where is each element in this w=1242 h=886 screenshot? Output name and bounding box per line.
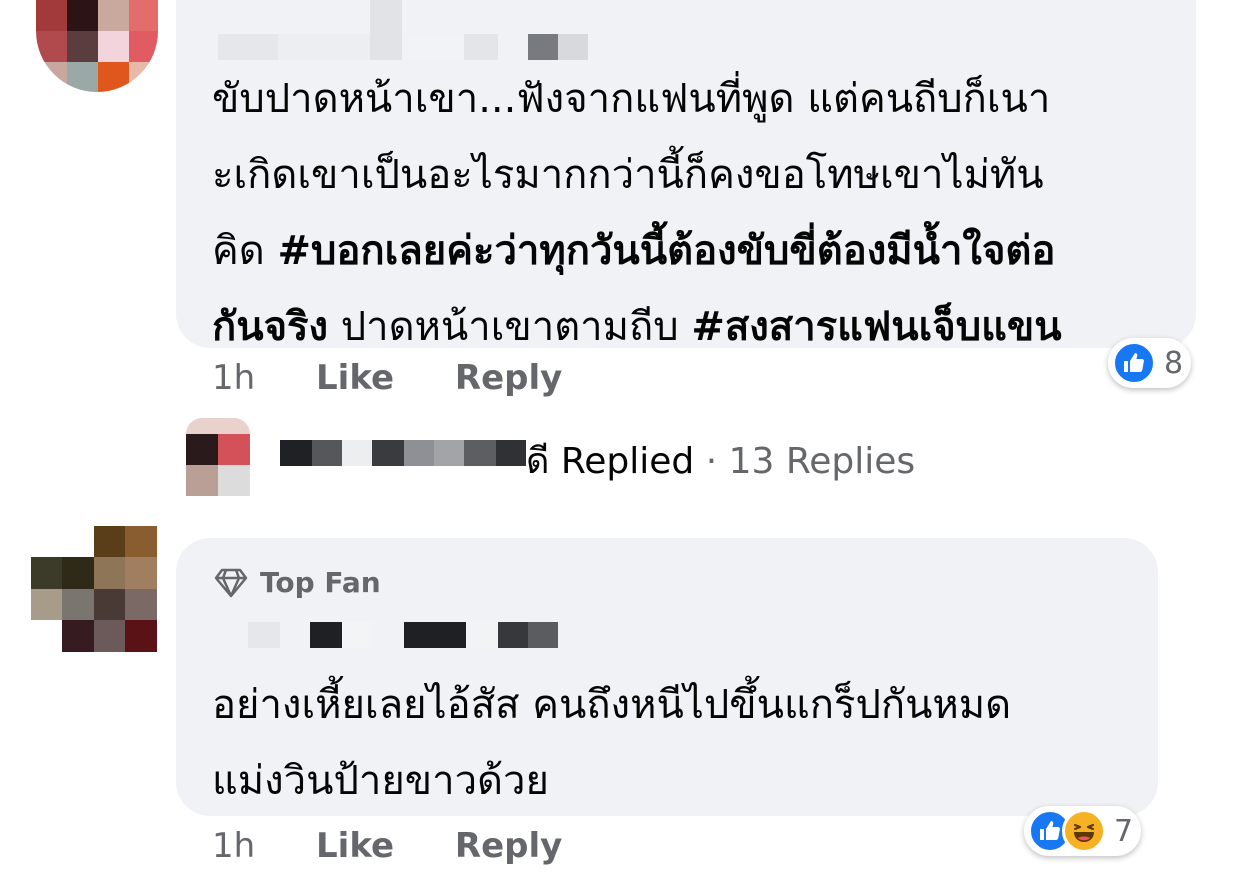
comment-time[interactable]: 1h — [212, 826, 255, 866]
diamond-icon — [214, 568, 248, 598]
comment-line: ขับปาดหน้าเขา...ฟังจากแฟนที่พูด แต่คนถีบ… — [212, 64, 1050, 134]
comment-line: แม่งวินป้ายขาวด้วย — [212, 746, 549, 816]
comment-actions: 1h Like Reply — [212, 826, 562, 866]
reaction-count: 8 — [1164, 345, 1184, 381]
top-fan-label: Top Fan — [260, 566, 381, 599]
comment-line: อย่างเหี้ยเลยไอ้สัส คนถึงหนีไปขึ้นแกร็ปก… — [212, 670, 1011, 740]
like-icon — [1112, 341, 1156, 385]
hashtag-text[interactable]: #สงสารแฟนเจ็บแขน — [691, 304, 1061, 350]
comment-text-segment: แม่งวินป้ายขาวด้วย — [212, 758, 549, 804]
reaction-summary[interactable]: 7 — [1024, 806, 1142, 856]
replies-link[interactable]: ดี Replied · 13 Replies — [526, 432, 915, 489]
avatar[interactable] — [36, 0, 158, 92]
replies-count: 13 Replies — [728, 441, 916, 482]
like-button[interactable]: Like — [316, 826, 394, 866]
comment-text-segment: อย่างเหี้ยเลยไอ้สัส คนถึงหนีไปขึ้นแกร็ปก… — [212, 682, 1012, 728]
reply-button[interactable]: Reply — [455, 826, 562, 866]
avatar[interactable] — [31, 526, 157, 652]
reply-button[interactable]: Reply — [455, 358, 562, 398]
comment-time[interactable]: 1h — [212, 358, 255, 398]
haha-icon — [1062, 809, 1106, 853]
top-fan-badge: Top Fan — [214, 566, 381, 599]
reaction-count: 7 — [1114, 813, 1134, 849]
hashtag-text[interactable]: กันจริง — [212, 304, 328, 350]
replied-label: Replied — [560, 441, 695, 482]
hashtag-text[interactable]: #บอกเลยค่ะว่าทุกวันนี้ต้องขับขี่ต้องมีน้… — [277, 228, 1055, 274]
comment-text-segment: ปาดหน้าเขาตามถีบ — [328, 304, 692, 350]
comment-text-segment: ะเกิดเขาเป็นอะไรมากกว่านี้ก็คงขอโทษเขาไม… — [212, 152, 1044, 198]
reply-avatar[interactable] — [186, 418, 250, 496]
separator: · — [705, 441, 718, 482]
comment-text-segment: ขับปาดหน้าเขา...ฟังจากแฟนที่พูด แต่คนถีบ… — [212, 76, 1051, 122]
comment-actions: 1h Like Reply — [212, 358, 562, 398]
like-button[interactable]: Like — [316, 358, 394, 398]
replier-name-tail: ดี — [526, 441, 550, 482]
reaction-summary[interactable]: 8 — [1108, 338, 1192, 388]
comment-line: กันจริง ปาดหน้าเขาตามถีบ #สงสารแฟนเจ็บแข… — [212, 292, 1062, 362]
comment-line: ะเกิดเขาเป็นอะไรมากกว่านี้ก็คงขอโทษเขาไม… — [212, 140, 1044, 210]
comment-text-segment: คิด — [212, 228, 278, 274]
comment-line: คิด #บอกเลยค่ะว่าทุกวันนี้ต้องขับขี่ต้อง… — [212, 216, 1055, 286]
